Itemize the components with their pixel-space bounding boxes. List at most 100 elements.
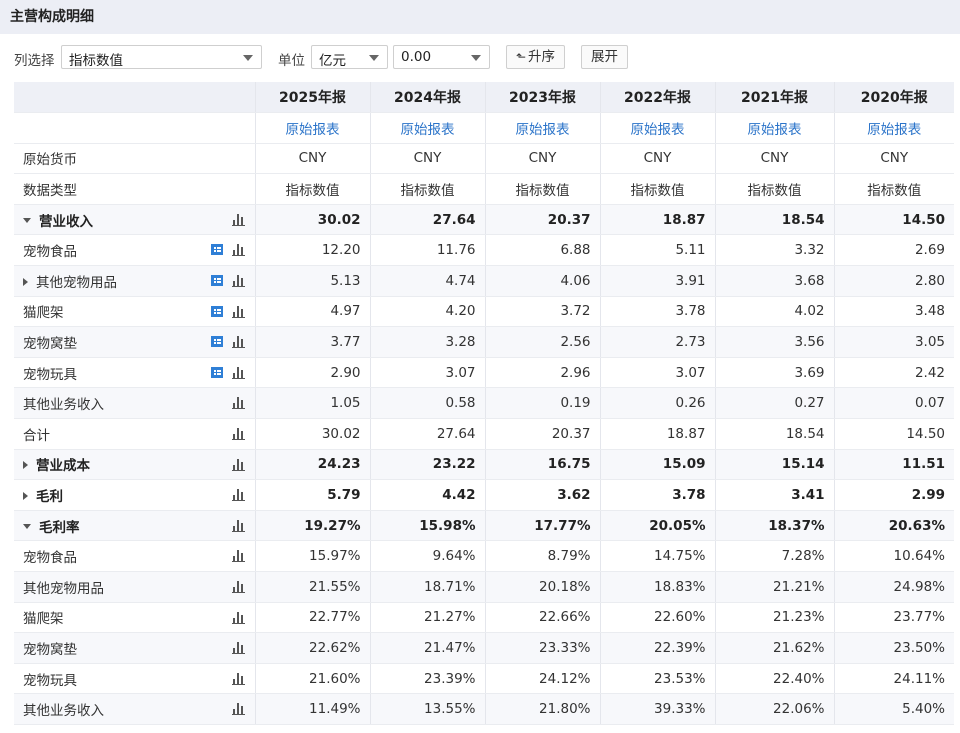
value-cell: 18.54 bbox=[715, 204, 835, 236]
column-select[interactable]: 指标数值 bbox=[61, 45, 262, 69]
value-cell: 3.07 bbox=[600, 357, 716, 389]
value-cell: 24.23 bbox=[255, 449, 371, 481]
row-name-cell: 猫爬架 bbox=[14, 296, 256, 328]
table-row: 宠物窝垫 22.62% 21.47% 23.33% 22.39% 21.62% 23.50% bbox=[14, 632, 954, 664]
table-row: 猫爬架 4.97 4.20 3.72 3.78 4.02 3.48 bbox=[14, 296, 954, 328]
value-cell: 2.80 bbox=[834, 265, 954, 297]
bar-chart-icon[interactable] bbox=[231, 366, 245, 379]
column-select-label: 列选择 bbox=[14, 53, 55, 69]
panel-title: 主营构成明细 bbox=[10, 9, 94, 25]
bar-chart-icon[interactable] bbox=[231, 305, 245, 318]
expand-button[interactable]: 展开 bbox=[581, 45, 628, 69]
cell: CNY bbox=[834, 143, 954, 175]
bar-chart-icon[interactable] bbox=[231, 580, 245, 593]
unit-select[interactable]: 亿元 bbox=[311, 45, 388, 69]
value-cell: 20.63% bbox=[834, 510, 954, 542]
value-cell: 10.64% bbox=[834, 540, 954, 572]
row-label: 毛利 bbox=[36, 489, 63, 506]
bar-chart-icon[interactable] bbox=[231, 274, 245, 288]
value-cell: 22.40% bbox=[715, 663, 835, 695]
value-cell: 5.79 bbox=[255, 479, 371, 511]
column-header: 2025年报 bbox=[255, 82, 371, 114]
value-cell: 5.13 bbox=[255, 265, 371, 297]
bar-chart-icon[interactable] bbox=[231, 396, 245, 410]
row-label: 宠物窝垫 bbox=[23, 336, 77, 353]
value-cell: 21.80% bbox=[485, 693, 601, 725]
table-row: 毛利率 19.27% 15.98% 17.77% 20.05% 18.37% 20.63% bbox=[14, 510, 954, 542]
caret-down-icon[interactable] bbox=[23, 524, 31, 530]
sort-up-icon: ⬑ bbox=[515, 50, 527, 64]
value-cell: 22.62% bbox=[255, 632, 371, 664]
caret-right-icon[interactable] bbox=[23, 492, 28, 501]
row-label: 其他业务收入 bbox=[23, 703, 104, 720]
source-report-link[interactable]: 原始报表 bbox=[516, 122, 570, 138]
bar-chart-icon[interactable] bbox=[231, 213, 245, 226]
value-cell: 3.48 bbox=[834, 296, 954, 328]
row-name-cell: 其他业务收入 bbox=[14, 387, 256, 420]
currency-row: 原始货币 CNY CNY CNY CNY CNY CNY bbox=[14, 143, 954, 175]
caret-down-icon[interactable] bbox=[23, 218, 31, 224]
row-name-cell: 宠物玩具 bbox=[14, 663, 256, 695]
column-header: 2022年报 bbox=[600, 82, 716, 114]
value-cell: 3.62 bbox=[485, 479, 601, 511]
bar-chart-icon[interactable] bbox=[231, 488, 245, 502]
value-cell: 27.64 bbox=[370, 418, 486, 450]
row-name-cell: 宠物食品 bbox=[14, 234, 256, 267]
value-cell: 16.75 bbox=[485, 449, 601, 481]
bar-chart-icon[interactable] bbox=[231, 519, 245, 532]
bar-chart-icon[interactable] bbox=[231, 335, 245, 349]
bar-chart-icon[interactable] bbox=[231, 641, 245, 655]
table-row: 宠物食品 12.20 11.76 6.88 5.11 3.32 2.69 bbox=[14, 234, 954, 267]
cell: CNY bbox=[370, 143, 486, 175]
value-cell: 2.42 bbox=[834, 357, 954, 389]
row-name-cell: 宠物玩具 bbox=[14, 357, 256, 389]
value-cell: 20.18% bbox=[485, 571, 601, 603]
source-report-link[interactable]: 原始报表 bbox=[867, 122, 921, 138]
value-cell: 3.28 bbox=[370, 326, 486, 358]
bar-chart-icon[interactable] bbox=[231, 458, 245, 471]
cell: 指标数值 bbox=[485, 173, 601, 205]
bar-chart-icon[interactable] bbox=[231, 427, 245, 441]
bar-chart-icon[interactable] bbox=[231, 549, 245, 563]
value-cell: 3.77 bbox=[255, 326, 371, 358]
value-cell: 22.06% bbox=[715, 693, 835, 725]
row-label bbox=[14, 112, 256, 144]
bar-chart-icon[interactable] bbox=[231, 702, 245, 716]
sort-button-label: 升序 bbox=[528, 49, 556, 65]
table-view-icon[interactable] bbox=[210, 366, 223, 378]
value-cell: 3.05 bbox=[834, 326, 954, 358]
table-row: 其他宠物用品 5.13 4.74 4.06 3.91 3.68 2.80 bbox=[14, 265, 954, 297]
source-report-link[interactable]: 原始报表 bbox=[631, 122, 685, 138]
value-cell: 14.50 bbox=[834, 204, 954, 236]
caret-right-icon[interactable] bbox=[23, 277, 28, 286]
row-label: 原始货币 bbox=[14, 143, 256, 175]
bar-chart-icon[interactable] bbox=[231, 672, 245, 685]
unit-label: 单位 bbox=[278, 53, 305, 69]
table-view-icon[interactable] bbox=[210, 305, 223, 317]
value-cell: 6.88 bbox=[485, 234, 601, 267]
row-label: 其他宠物用品 bbox=[23, 580, 104, 597]
sort-ascending-button[interactable]: ⬑ 升序 bbox=[506, 45, 565, 69]
row-name-cell: 其他宠物用品 bbox=[14, 265, 256, 297]
bar-chart-icon[interactable] bbox=[231, 611, 245, 624]
table-view-icon[interactable] bbox=[210, 336, 223, 348]
row-label: 营业收入 bbox=[39, 213, 93, 230]
cell: CNY bbox=[600, 143, 716, 175]
caret-right-icon[interactable] bbox=[23, 461, 28, 470]
cell: CNY bbox=[255, 143, 371, 175]
bar-chart-icon[interactable] bbox=[231, 243, 245, 257]
column-header: 2023年报 bbox=[485, 82, 601, 114]
source-report-link[interactable]: 原始报表 bbox=[401, 122, 455, 138]
table-view-icon[interactable] bbox=[210, 244, 223, 256]
column-header: 2020年报 bbox=[834, 82, 954, 114]
value-cell: 22.66% bbox=[485, 602, 601, 634]
value-cell: 14.50 bbox=[834, 418, 954, 450]
header-corner-cell bbox=[14, 82, 256, 114]
source-report-link[interactable]: 原始报表 bbox=[748, 122, 802, 138]
value-cell: 15.14 bbox=[715, 449, 835, 481]
value-cell: 14.75% bbox=[600, 540, 716, 572]
table-view-icon[interactable] bbox=[210, 275, 223, 287]
decimal-select[interactable]: 0.00 bbox=[393, 45, 490, 69]
value-cell: 2.96 bbox=[485, 357, 601, 389]
source-report-link[interactable]: 原始报表 bbox=[286, 122, 340, 138]
